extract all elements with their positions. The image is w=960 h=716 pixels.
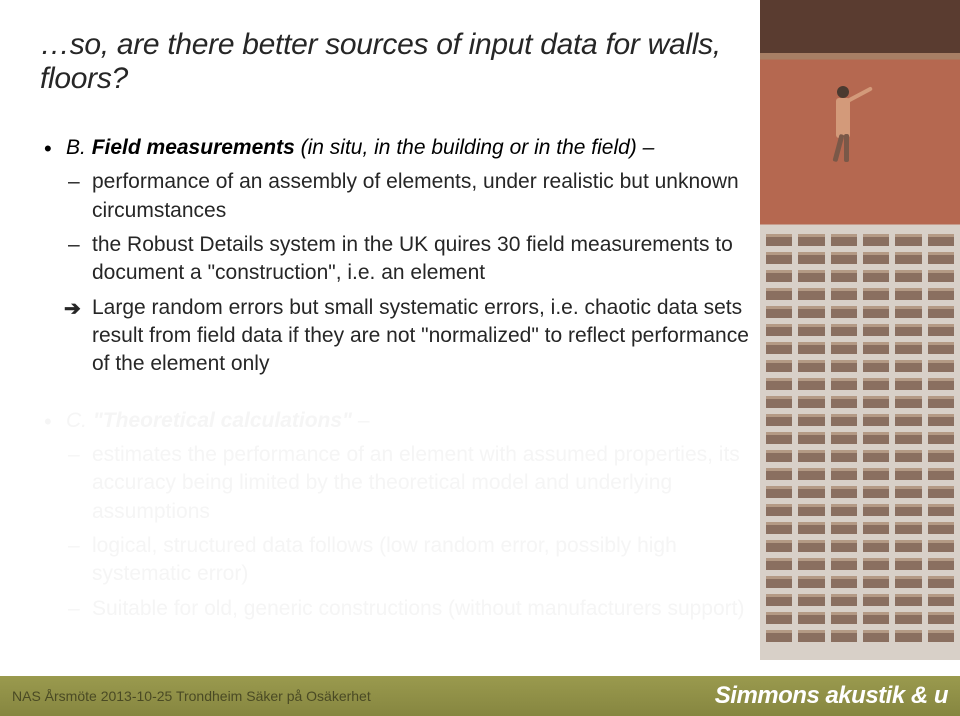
bullet-b-marker: B.	[66, 136, 86, 159]
bullet-b-lead-rest: (in situ, in the building or in the fiel…	[295, 136, 655, 159]
bullet-b-sub-1: performance of an assembly of elements, …	[66, 168, 770, 225]
bullet-b-lead-emph: Field measurements	[92, 136, 295, 159]
slide: …so, are there better sources of input d…	[0, 0, 960, 716]
footer-right-text: Simmons akustik & u	[715, 682, 948, 710]
building-facade	[760, 224, 960, 660]
bullet-c-sub-3: Suitable for old, generic constructions …	[66, 595, 770, 623]
bullet-list: B. Field measurements (in situ, in the b…	[40, 134, 770, 623]
bullet-c-sub-1: estimates the performance of an element …	[66, 441, 770, 526]
bullet-c-lead-rest: –	[352, 409, 370, 432]
arrow-icon: ➔	[64, 296, 81, 323]
bullet-c-marker: C.	[66, 409, 87, 432]
slide-title: …so, are there better sources of input d…	[40, 28, 770, 96]
footer-left-text: NAS Årsmöte 2013-10-25 Trondheim Säker p…	[12, 688, 371, 704]
bullet-c-sublist: estimates the performance of an element …	[66, 441, 770, 623]
side-photo	[760, 0, 960, 660]
bullet-b-sublist: performance of an assembly of elements, …	[66, 168, 770, 378]
bullet-c-sub-2: logical, structured data follows (low ra…	[66, 532, 770, 589]
bullet-b: B. Field measurements (in situ, in the b…	[40, 134, 770, 379]
footer-bar: NAS Årsmöte 2013-10-25 Trondheim Säker p…	[0, 676, 960, 716]
bullet-b-sub-3: ➔ Large random errors but small systemat…	[66, 294, 770, 379]
bullet-c: C. "Theoretical calculations" – estimate…	[40, 407, 770, 623]
bullet-b-sub-2: the Robust Details system in the UK quir…	[66, 231, 770, 288]
person-figure	[832, 80, 864, 160]
slide-content: …so, are there better sources of input d…	[0, 0, 770, 660]
bullet-b-sub-3-text: Large random errors but small systematic…	[92, 296, 749, 376]
bullet-c-lead-emph: "Theoretical calculations"	[93, 409, 352, 432]
